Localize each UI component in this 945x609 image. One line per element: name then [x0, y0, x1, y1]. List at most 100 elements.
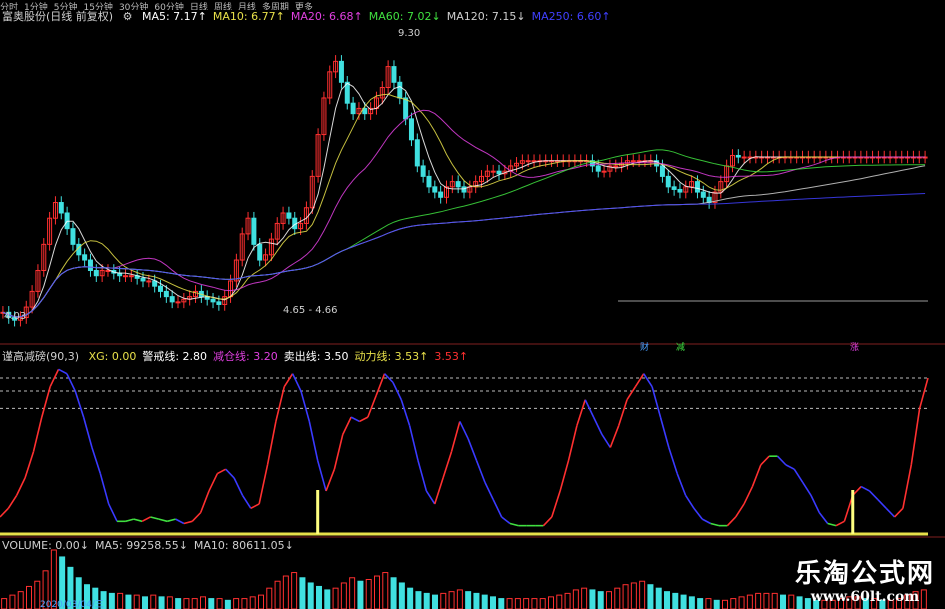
indicator-segment [32, 416, 43, 453]
volume-bar [440, 592, 447, 609]
watermark-url: www.60lt.com [810, 589, 920, 605]
indicator-segment [810, 494, 821, 513]
indicator-segment [300, 390, 311, 422]
indicator-segment [225, 468, 235, 479]
volume-bar [332, 587, 339, 609]
indicator-segment [467, 438, 478, 461]
volume-bar [398, 582, 405, 609]
candle-body [601, 170, 607, 173]
volume-bar [630, 582, 637, 609]
volume-bar [17, 591, 24, 609]
indicator-segment [910, 408, 921, 465]
chart-canvas[interactable]: 9.30 4.03 4.65 - 4.66 2020/03/04/三 [0, 0, 945, 609]
volume-bar [307, 582, 314, 609]
indicator-segment [283, 373, 294, 388]
candle-body [93, 269, 99, 277]
indicator-segment [559, 460, 570, 492]
candle-body [490, 170, 496, 173]
indicator-segment [668, 447, 678, 474]
volume-bar [142, 596, 148, 609]
candle-body [595, 165, 601, 172]
indicator-segment [567, 425, 578, 461]
volume-bar [26, 585, 32, 609]
volume-bar [407, 587, 414, 609]
volume-bar [680, 594, 687, 609]
indicator-segment [634, 373, 645, 388]
candle-body [659, 165, 665, 177]
candle-body [397, 81, 403, 99]
candle-body [216, 301, 222, 305]
volume-bar [340, 582, 347, 609]
candle-body [630, 160, 636, 163]
indicator-segment [175, 518, 185, 525]
candle-body [414, 139, 420, 167]
indicator-segment [726, 516, 737, 527]
volume-bar [614, 587, 621, 609]
indicator-segment [626, 386, 637, 401]
indicator-segment [417, 460, 428, 492]
candle-body [420, 165, 426, 177]
indicator-segment [392, 382, 403, 401]
candle-body [432, 186, 438, 193]
volume-bar [108, 592, 115, 609]
candle-body [338, 60, 344, 83]
candle-body [163, 290, 169, 298]
low-price-label: 4.03 [4, 311, 26, 322]
high-price-label: 9.30 [398, 28, 420, 39]
indicator-segment [316, 460, 327, 492]
ma-line-250 [2, 193, 926, 318]
volume-bar [1, 598, 8, 609]
candle-body [700, 191, 706, 198]
volume-bar [415, 591, 422, 609]
candle-body [496, 170, 502, 175]
indicator-panel [0, 368, 929, 536]
indicator-segment [701, 518, 711, 525]
volume-bar [291, 572, 298, 609]
volume-bar [432, 594, 438, 609]
event-tag-1: 减 [676, 343, 686, 353]
indicator-segment [82, 416, 93, 448]
ma-line-20 [2, 109, 926, 318]
volume-bar [589, 589, 596, 609]
indicator-segment [375, 373, 386, 396]
volume-bar [249, 596, 256, 609]
volume-bar [191, 598, 198, 609]
volume-bar [158, 596, 165, 609]
indicator-segment [342, 416, 352, 435]
volume-bar [639, 580, 646, 609]
volume-bar [233, 598, 240, 609]
indicator-segment [751, 464, 762, 487]
volume-bar [166, 596, 173, 609]
indicator-segment [266, 421, 277, 466]
volume-bar [531, 598, 538, 609]
volume-bar [299, 577, 306, 609]
candle-body [677, 188, 683, 193]
indicator-segment [551, 490, 561, 518]
indicator-segment [643, 373, 653, 388]
volume-bar [200, 596, 206, 609]
indicator-segment [542, 516, 553, 527]
volume-bar [481, 594, 488, 609]
candle-body [87, 259, 93, 271]
volume-bar [722, 599, 728, 609]
volume-bar [572, 589, 579, 609]
candle-body [426, 175, 432, 188]
volume-bar [216, 598, 223, 609]
indicator-segment [835, 520, 845, 527]
volume-bar [117, 592, 124, 609]
candle-body [741, 156, 747, 159]
indicator-segment [576, 399, 586, 427]
indicator-segment [291, 373, 302, 392]
indicator-segment [233, 477, 244, 496]
volume-bar [241, 598, 248, 609]
indicator-segment [49, 368, 60, 388]
volume-bar [506, 598, 513, 609]
indicator-segment [400, 399, 411, 427]
xg-signal-bar-0 [316, 490, 320, 534]
event-tag-0: 财 [640, 343, 650, 353]
indicator-segment [167, 518, 176, 523]
indicator-segment [275, 386, 286, 422]
indicator-segment [818, 512, 829, 524]
indicator-segment [735, 503, 745, 518]
indicator-segment [827, 522, 837, 527]
